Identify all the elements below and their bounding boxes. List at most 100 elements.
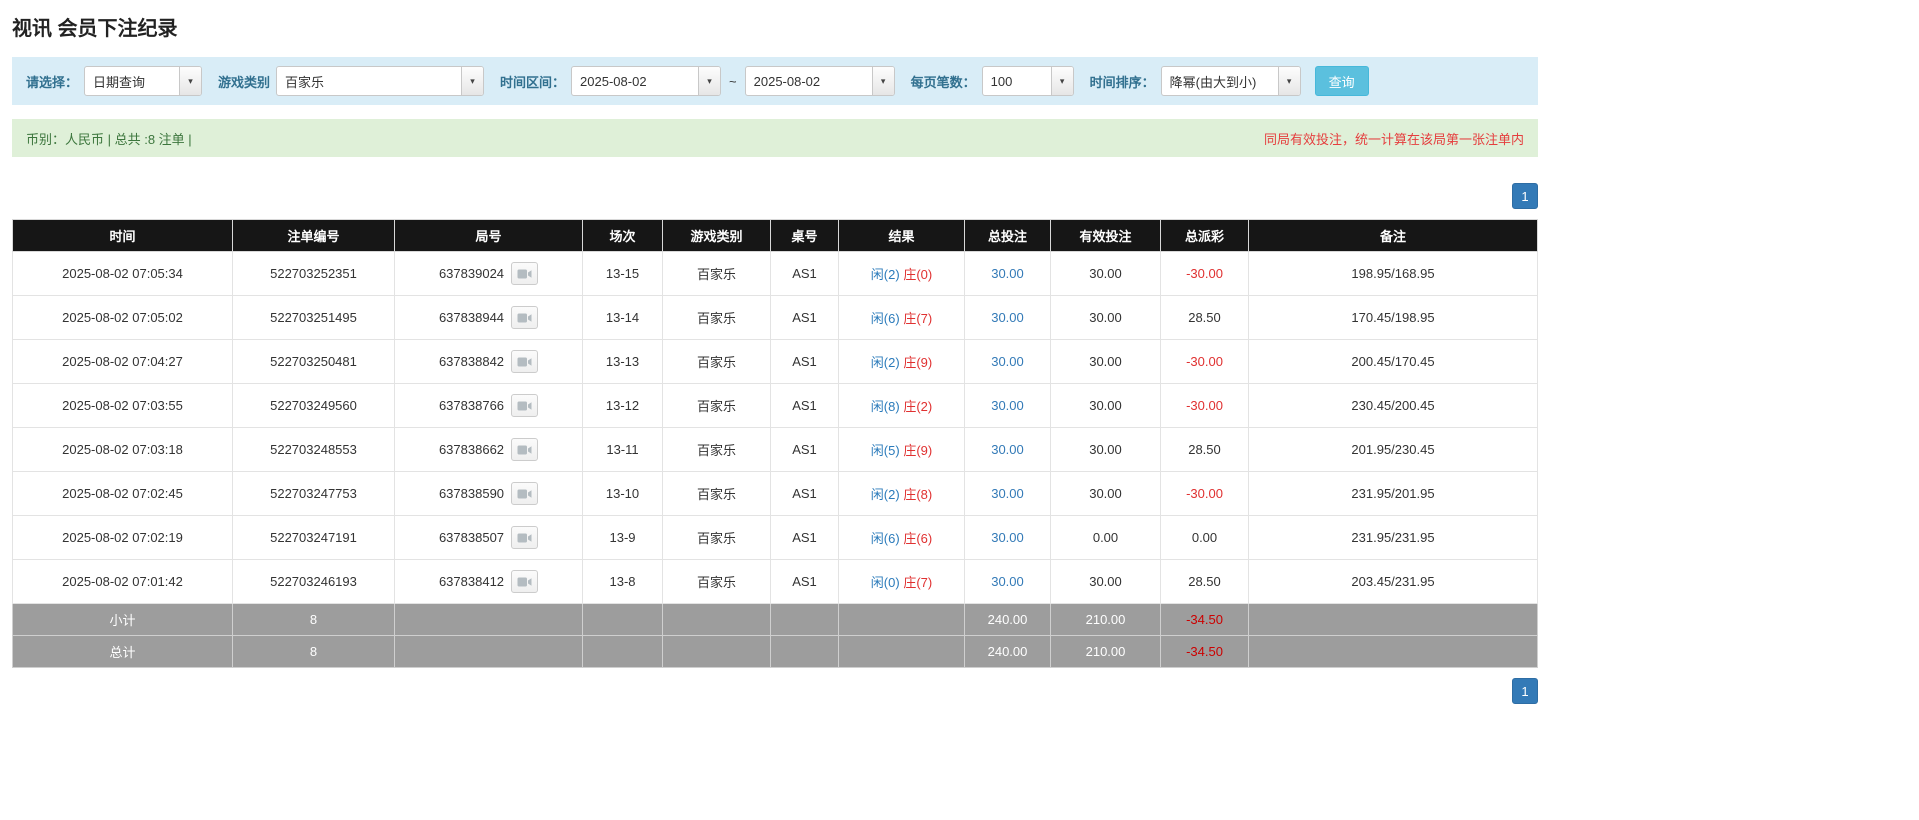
result-banker: 庄(9)	[903, 355, 933, 370]
result-banker: 庄(0)	[903, 267, 933, 282]
column-header: 备注	[1248, 219, 1538, 252]
payout-value: 0.00	[1191, 530, 1218, 545]
result-player: 闲(0)	[870, 575, 900, 590]
cell-note: 201.95/230.45	[1248, 427, 1538, 472]
total-bet-link[interactable]: 30.00	[991, 442, 1024, 457]
round-id: 637838507	[438, 530, 505, 545]
cell-valid-bet: 30.00	[1050, 471, 1161, 516]
video-replay-icon-button[interactable]	[511, 526, 539, 549]
column-header: 游戏类别	[662, 219, 771, 252]
video-replay-icon-button[interactable]	[511, 570, 539, 593]
search-button[interactable]: 查询	[1314, 66, 1369, 96]
grand-total-row-cell: 210.00	[1050, 635, 1161, 668]
cell-total-bet: 30.00	[964, 559, 1051, 604]
total-bet-link[interactable]: 30.00	[991, 266, 1024, 281]
game-type-value: 百家乐	[285, 74, 325, 90]
result-player: 闲(8)	[870, 399, 900, 414]
grand-total-row-cell: 8	[232, 635, 395, 668]
sort-order-select[interactable]: 降幂(由大到小) ▾	[1160, 66, 1301, 96]
chevron-down-icon[interactable]: ▾	[871, 67, 894, 95]
subtotal-row-cell	[582, 603, 663, 636]
query-type-select[interactable]: 日期查询 ▾	[84, 66, 203, 96]
subtotal-row-cell: 8	[232, 603, 395, 636]
table-body: 2025-08-02 07:05:34 522703252351 637839024…	[12, 251, 1538, 668]
column-header: 桌号	[770, 219, 839, 252]
cell-session: 13-15	[582, 251, 663, 296]
cell-note: 170.45/198.95	[1248, 295, 1538, 340]
total-bet-link[interactable]: 30.00	[991, 310, 1024, 325]
chevron-down-icon[interactable]: ▾	[1277, 67, 1300, 95]
cell-game-type: 百家乐	[662, 383, 771, 428]
cell-payout: 0.00	[1160, 515, 1249, 560]
result-banker: 庄(7)	[903, 575, 933, 590]
grand-total-row-cell: -34.50	[1160, 635, 1249, 668]
total-bet-link[interactable]: 30.00	[991, 486, 1024, 501]
cell-valid-bet: 30.00	[1050, 559, 1161, 604]
video-camera-icon	[517, 313, 532, 322]
video-replay-icon-button[interactable]	[511, 482, 539, 505]
video-camera-icon	[517, 357, 532, 366]
cell-session: 13-11	[582, 427, 663, 472]
cell-result: 闲(6) 庄(6)	[838, 515, 965, 560]
subtotal-row-cell	[662, 603, 771, 636]
round-id: 637838412	[438, 574, 505, 589]
result-player: 闲(2)	[870, 487, 900, 502]
cell-game-type: 百家乐	[662, 559, 771, 604]
cell-round: 637838662	[394, 427, 583, 472]
chevron-down-icon[interactable]: ▾	[1050, 67, 1073, 95]
cell-bet-id: 522703249560	[232, 383, 395, 428]
page-size-label: 每页笔数：	[910, 74, 976, 90]
video-replay-icon-button[interactable]	[511, 262, 539, 285]
video-camera-icon	[517, 269, 532, 278]
cell-table-no: AS1	[770, 383, 839, 428]
table-row: 2025-08-02 07:03:55 522703249560 637838766…	[12, 383, 1538, 428]
cell-bet-id: 522703251495	[232, 295, 395, 340]
date-to-value: 2025-08-02	[753, 73, 821, 89]
total-bet-link[interactable]: 30.00	[991, 574, 1024, 589]
cell-result: 闲(8) 庄(2)	[838, 383, 965, 428]
cell-total-bet: 30.00	[964, 471, 1051, 516]
cell-payout: 28.50	[1160, 295, 1249, 340]
cell-result: 闲(0) 庄(7)	[838, 559, 965, 604]
page-size-select[interactable]: 100 ▾	[981, 66, 1074, 96]
video-replay-icon-button[interactable]	[511, 438, 539, 461]
cell-bet-id: 522703246193	[232, 559, 395, 604]
result-player: 闲(5)	[870, 443, 900, 458]
result-banker: 庄(6)	[903, 531, 933, 546]
cell-round: 637838766	[394, 383, 583, 428]
cell-table-no: AS1	[770, 427, 839, 472]
cell-payout: 28.50	[1160, 427, 1249, 472]
video-replay-icon-button[interactable]	[511, 350, 539, 373]
cell-payout: 28.50	[1160, 559, 1249, 604]
column-header: 总派彩	[1160, 219, 1249, 252]
chevron-down-icon[interactable]: ▾	[179, 67, 202, 95]
pagination-page-button[interactable]: 1	[1512, 183, 1538, 209]
cell-valid-bet: 30.00	[1050, 427, 1161, 472]
cell-total-bet: 30.00	[964, 295, 1051, 340]
grand-total-row-cell: 240.00	[964, 635, 1051, 668]
chevron-down-icon[interactable]: ▾	[698, 67, 721, 95]
cell-payout: -30.00	[1160, 339, 1249, 384]
cell-bet-id: 522703248553	[232, 427, 395, 472]
cell-result: 闲(2) 庄(0)	[838, 251, 965, 296]
cell-time: 2025-08-02 07:05:02	[12, 295, 233, 340]
result-banker: 庄(2)	[903, 399, 933, 414]
total-bet-link[interactable]: 30.00	[991, 530, 1024, 545]
total-bet-link[interactable]: 30.00	[991, 354, 1024, 369]
pagination-page-button[interactable]: 1	[1512, 678, 1538, 704]
total-bet-link[interactable]: 30.00	[991, 398, 1024, 413]
cell-time: 2025-08-02 07:02:19	[12, 515, 233, 560]
date-from-select[interactable]: 2025-08-02 ▾	[571, 66, 722, 96]
grand-total-row-cell	[770, 635, 839, 668]
subtotal-row-cell: -34.50	[1160, 603, 1249, 636]
video-replay-icon-button[interactable]	[511, 394, 539, 417]
cell-valid-bet: 30.00	[1050, 295, 1161, 340]
game-type-select[interactable]: 百家乐 ▾	[276, 66, 485, 96]
cell-total-bet: 30.00	[964, 383, 1051, 428]
result-player: 闲(2)	[870, 355, 900, 370]
pagination-top: 1	[12, 183, 1538, 209]
cell-payout: -30.00	[1160, 383, 1249, 428]
chevron-down-icon[interactable]: ▾	[461, 67, 484, 95]
date-to-select[interactable]: 2025-08-02 ▾	[744, 66, 895, 96]
video-replay-icon-button[interactable]	[511, 306, 539, 329]
